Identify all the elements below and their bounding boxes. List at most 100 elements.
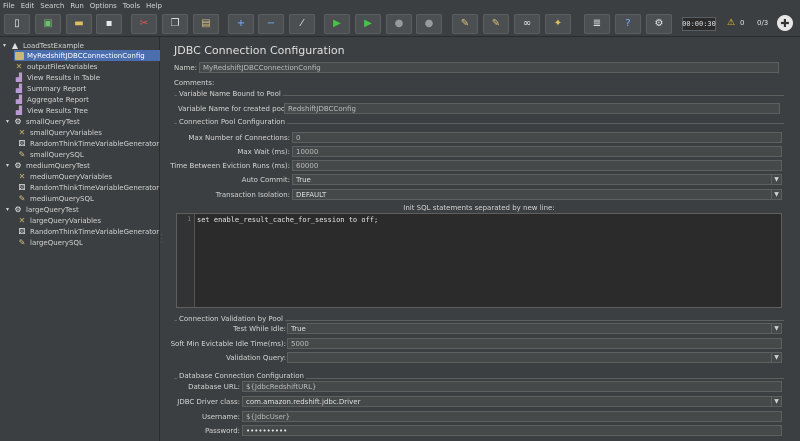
tree-node-aggregate-report[interactable]: ▟ Aggregate Report: [14, 94, 89, 105]
templates-button[interactable]: ▣: [35, 14, 61, 34]
binoculars-icon: ∞: [522, 18, 532, 29]
test-idle-select[interactable]: True ▼: [287, 323, 782, 334]
eviction-input[interactable]: 60000: [292, 160, 782, 171]
pane-splitter[interactable]: · · ·: [160, 37, 164, 441]
tree-node-sql[interactable]: ✎ smallQuerySQL: [17, 149, 84, 160]
init-sql-text[interactable]: set enable_result_cache_for_session to o…: [197, 216, 378, 224]
max-conn-input[interactable]: 0: [292, 132, 782, 143]
collapse-toggle-icon[interactable]: ▾: [6, 206, 13, 213]
tree-node-label: mediumQueryVariables: [30, 172, 113, 181]
validation-query-label: Validation Query:: [226, 354, 286, 362]
reset-search-button[interactable]: ✦: [545, 14, 571, 34]
tree-node-random-generator[interactable]: ⚄ RandomThinkTimeVariableGenerator: [17, 226, 160, 237]
clear-button[interactable]: ✎: [452, 14, 478, 34]
cut-button[interactable]: ✂: [131, 14, 157, 34]
paste-button[interactable]: ▤: [193, 14, 219, 34]
eviction-row: Time Between Eviction Runs (ms):: [170, 160, 290, 172]
plus-icon: +: [236, 18, 246, 29]
menu-help[interactable]: Help: [146, 2, 162, 10]
menu-tools[interactable]: Tools: [123, 2, 140, 10]
tree-node-thread-group[interactable]: ▾ ⚙ smallQueryTest: [6, 116, 80, 127]
tree-node-jdbc-config[interactable]: MyRedshiftJDBCConnectionConfig: [14, 50, 160, 61]
tree-node-sql[interactable]: ✎ largeQuerySQL: [17, 237, 83, 248]
new-button[interactable]: ▯: [4, 14, 30, 34]
chevron-down-icon[interactable]: ▼: [771, 324, 781, 333]
templates-icon: ▣: [43, 18, 53, 29]
driver-select[interactable]: com.amazon.redshift.jdbc.Driver ▼: [242, 396, 782, 407]
start-button[interactable]: ▶: [324, 14, 350, 34]
test-plan-icon: ▲: [11, 41, 19, 50]
warning-icon[interactable]: ⚠: [727, 18, 735, 28]
tree-node-label: largeQueryTest: [26, 205, 79, 214]
test-idle-value: True: [291, 324, 306, 333]
menu-search[interactable]: Search: [40, 2, 64, 10]
thread-count: 0/3: [757, 19, 769, 27]
pool-var-input[interactable]: RedshiftJDBCConfig: [284, 103, 780, 114]
password-input[interactable]: ••••••••••: [242, 425, 782, 436]
help-button[interactable]: ?: [615, 14, 641, 34]
collapse-toggle-icon[interactable]: ▾: [3, 42, 10, 49]
tree-node-variables[interactable]: ✕ smallQueryVariables: [17, 127, 102, 138]
tree-node-label: smallQueryVariables: [30, 128, 102, 137]
tree-node-label: RandomThinkTimeVariableGenerator: [30, 227, 160, 236]
init-sql-label: Init SQL statements separated by new lin…: [403, 204, 555, 212]
menu-file[interactable]: File: [3, 2, 15, 10]
tree-node-thread-group[interactable]: ▾ ⚙ mediumQueryTest: [6, 160, 90, 171]
stop-button[interactable]: ●: [386, 14, 412, 34]
db-url-input[interactable]: ${JdbcRedshiftURL}: [242, 381, 782, 392]
open-button[interactable]: ▬: [66, 14, 92, 34]
username-input[interactable]: ${JdbcUser}: [242, 411, 782, 422]
auto-commit-value: True: [296, 175, 311, 184]
search-button[interactable]: ∞: [514, 14, 540, 34]
chevron-down-icon[interactable]: ▼: [771, 190, 781, 199]
clear-all-button[interactable]: ✎: [483, 14, 509, 34]
pen-icon: ✎: [18, 238, 26, 247]
menu-bar: File Edit Search Run Options Tools Help: [0, 0, 800, 11]
test-idle-label: Test While Idle:: [233, 325, 286, 333]
remote-button[interactable]: ⚙: [646, 14, 672, 34]
variables-icon: ✕: [18, 128, 26, 137]
auto-commit-select[interactable]: True ▼: [292, 174, 782, 185]
function-helper-button[interactable]: ≣: [584, 14, 610, 34]
chevron-down-icon[interactable]: ▼: [771, 397, 781, 406]
tree-node-random-generator[interactable]: ⚄ RandomThinkTimeVariableGenerator: [17, 182, 160, 193]
max-wait-input[interactable]: 10000: [292, 146, 782, 157]
save-button[interactable]: ▪: [96, 14, 122, 34]
config-panel: JDBC Connection Configuration Name: MyRe…: [170, 37, 800, 441]
tree-node-thread-group[interactable]: ▾ ⚙ largeQueryTest: [6, 204, 79, 215]
menu-edit[interactable]: Edit: [21, 2, 35, 10]
tree-node-label: MyRedshiftJDBCConnectionConfig: [27, 51, 145, 60]
chevron-down-icon[interactable]: ▼: [771, 175, 781, 184]
max-conn-label: Max Number of Connections:: [188, 134, 290, 142]
menu-run[interactable]: Run: [70, 2, 83, 10]
shutdown-button[interactable]: ●: [416, 14, 442, 34]
globe-icon[interactable]: ✚: [777, 15, 793, 31]
warning-count: 0: [740, 19, 745, 27]
validation-query-row: Validation Query:: [176, 352, 286, 364]
chevron-down-icon[interactable]: ▼: [771, 353, 781, 362]
splitter-grip-icon: · · ·: [161, 232, 163, 246]
tree-node-variables[interactable]: ✕ largeQueryVariables: [17, 215, 101, 226]
name-input[interactable]: MyRedshiftJDBCConnectionConfig: [199, 62, 779, 73]
tree-node-output-variables[interactable]: ✕ outputFilesVariables: [14, 61, 98, 72]
init-sql-editor[interactable]: 1 set enable_result_cache_for_session to…: [176, 213, 782, 308]
isolation-select[interactable]: DEFAULT ▼: [292, 189, 782, 200]
validation-query-select[interactable]: ▼: [287, 352, 782, 363]
collapse-toggle-icon[interactable]: ▾: [6, 118, 13, 125]
paste-icon: ▤: [201, 18, 211, 29]
collapse-button[interactable]: −: [258, 14, 284, 34]
tree-node-variables[interactable]: ✕ mediumQueryVariables: [17, 171, 112, 182]
tree-node-random-generator[interactable]: ⚄ RandomThinkTimeVariableGenerator: [17, 138, 160, 149]
soft-min-input[interactable]: 5000: [287, 338, 782, 349]
tree-node-summary-report[interactable]: ▟ Summary Report: [14, 83, 86, 94]
tree-node-view-results-tree[interactable]: ▟ View Results Tree: [14, 105, 88, 116]
clear-all-icon: ✎: [491, 18, 501, 29]
tree-node-view-results-table[interactable]: ▟ View Results in Table: [14, 72, 100, 83]
menu-options[interactable]: Options: [90, 2, 117, 10]
expand-button[interactable]: +: [228, 14, 254, 34]
start-no-pauses-button[interactable]: ▶: [355, 14, 381, 34]
collapse-toggle-icon[interactable]: ▾: [6, 162, 13, 169]
copy-button[interactable]: ❐: [162, 14, 188, 34]
tree-node-sql[interactable]: ✎ mediumQuerySQL: [17, 193, 94, 204]
toggle-button[interactable]: ⁄: [289, 14, 315, 34]
